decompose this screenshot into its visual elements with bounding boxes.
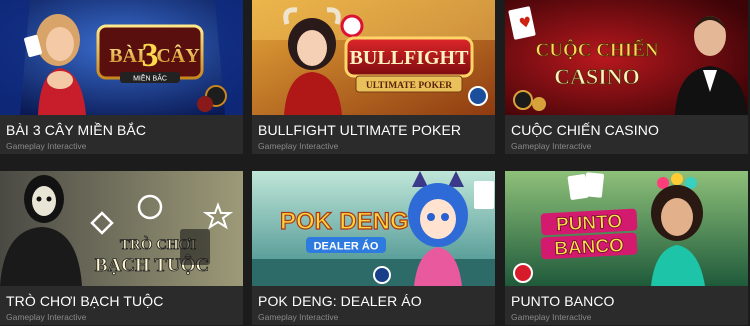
game-info: POK DENG: DEALER ÁO Gameplay Interactive <box>252 286 495 325</box>
game-thumbnail[interactable]: BULLFIGHT ULTIMATE POKER <box>252 0 495 115</box>
game-title[interactable]: CUỘC CHIẾN CASINO <box>511 122 659 138</box>
game-info: BÀI 3 CÂY MIỀN BẮC Gameplay Interactive <box>0 115 243 154</box>
logo-text: CUỘC CHIẾN <box>536 39 659 61</box>
game-thumbnail[interactable]: ♥ CUỘC CHIẾN CASINO <box>505 0 748 115</box>
game-provider: Gameplay Interactive <box>258 141 339 151</box>
card-dealer-girl-art: BÀI 3 CÂY MIỀN BẮC <box>0 0 243 115</box>
game-thumbnail[interactable]: TRÒ CHƠI BẠCH TUỘC <box>0 171 243 286</box>
bull-girl-art: BULLFIGHT ULTIMATE POKER <box>252 0 495 115</box>
game-title[interactable]: PUNTO BANCO <box>511 293 615 309</box>
logo-subtext: ULTIMATE POKER <box>366 81 452 91</box>
logo-text: POK <box>280 208 333 235</box>
game-provider: Gameplay Interactive <box>511 141 592 151</box>
logo-text: BÀI <box>109 44 145 67</box>
logo-text: BULLFIGHT <box>350 47 470 69</box>
game-info: PUNTO BANCO Gameplay Interactive <box>505 286 748 325</box>
flower-girl-art: PUNTO BANCO <box>505 171 748 286</box>
logo-text: CÂY <box>156 43 200 67</box>
game-title[interactable]: POK DENG: DEALER ÁO <box>258 293 422 309</box>
game-card[interactable]: ♥ CUỘC CHIẾN CASINO CUỘC CHIẾN CASINO Ga… <box>505 0 748 154</box>
game-provider: Gameplay Interactive <box>6 141 87 151</box>
game-title[interactable]: TRÒ CHƠI BẠCH TUỘC <box>6 293 163 309</box>
game-thumbnail[interactable]: BÀI 3 CÂY MIỀN BẮC <box>0 0 243 115</box>
game-card[interactable]: BÀI 3 CÂY MIỀN BẮC BÀI 3 CÂY MIỀN BẮC Ga… <box>0 0 243 154</box>
game-title[interactable]: BULLFIGHT ULTIMATE POKER <box>258 122 461 138</box>
game-grid: BÀI 3 CÂY MIỀN BẮC BÀI 3 CÂY MIỀN BẮC Ga… <box>0 0 750 326</box>
logo-text: PUNTO <box>555 211 622 235</box>
game-info: CUỘC CHIẾN CASINO Gameplay Interactive <box>505 115 748 154</box>
game-card[interactable]: POK DENG DEALER ÁO POK DENG: DEALER ÁO G… <box>252 171 495 325</box>
game-card[interactable]: TRÒ CHƠI BẠCH TUỘC TRÒ CHƠI BẠCH TUỘC Ga… <box>0 171 243 325</box>
anime-girl-art: POK DENG DEALER ÁO <box>252 171 495 286</box>
game-provider: Gameplay Interactive <box>511 312 592 322</box>
logo-text: CASINO <box>554 64 640 89</box>
game-info: TRÒ CHƠI BẠCH TUỘC Gameplay Interactive <box>0 286 243 325</box>
masked-guard-art: TRÒ CHƠI BẠCH TUỘC <box>0 171 243 286</box>
game-thumbnail[interactable]: POK DENG DEALER ÁO <box>252 171 495 286</box>
game-provider: Gameplay Interactive <box>6 312 87 322</box>
game-provider: Gameplay Interactive <box>258 312 339 322</box>
logo-text: DENG <box>339 208 408 235</box>
game-info: BULLFIGHT ULTIMATE POKER Gameplay Intera… <box>252 115 495 154</box>
croupier-man-art: ♥ CUỘC CHIẾN CASINO <box>505 0 748 115</box>
game-card[interactable]: PUNTO BANCO PUNTO BANCO Gameplay Interac… <box>505 171 748 325</box>
game-card[interactable]: BULLFIGHT ULTIMATE POKER BULLFIGHT ULTIM… <box>252 0 495 154</box>
logo-subtext: DEALER ÁO <box>314 240 379 253</box>
game-title[interactable]: BÀI 3 CÂY MIỀN BẮC <box>6 122 146 138</box>
game-thumbnail[interactable]: PUNTO BANCO <box>505 171 748 286</box>
logo-text: BANCO <box>554 235 625 260</box>
